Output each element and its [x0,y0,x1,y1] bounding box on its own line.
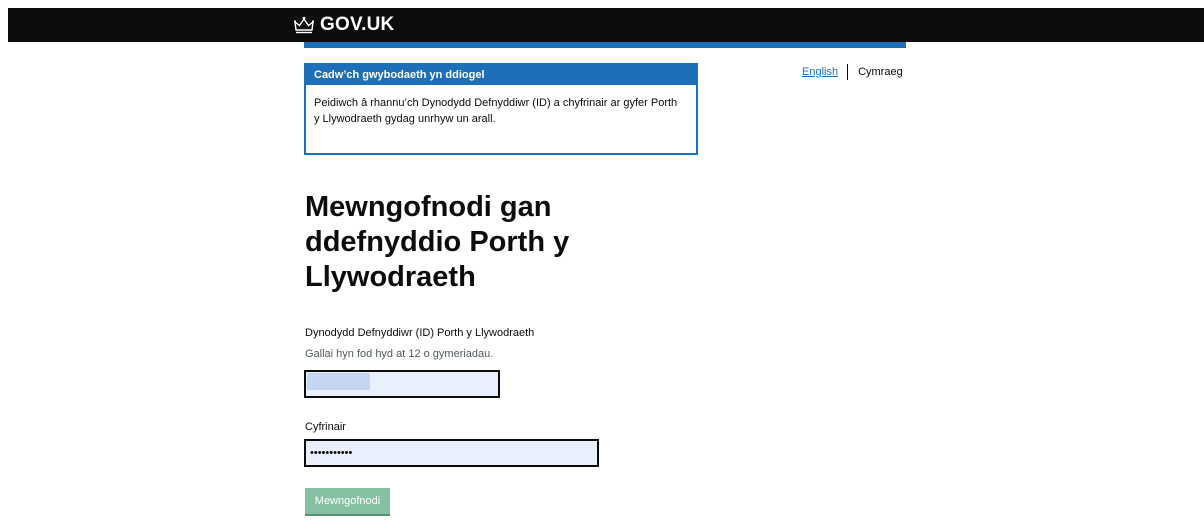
sign-in-button[interactable]: Mewngofnodi [305,488,390,514]
govuk-logo-link[interactable]: GOV.UK [293,11,394,39]
site-header: GOV.UK [8,8,1204,42]
language-divider [847,64,849,80]
user-id-hint: Gallai hyn fod hyd at 12 o gymeriadau. [305,348,494,360]
page-title: Mewngofnodi gan ddefnyddio Porth y Llywo… [305,191,570,293]
welsh-current-language: Cymraeg [858,66,903,78]
password-input[interactable] [304,439,599,467]
redacted-user-id [307,373,370,390]
header-blue-bar [304,42,906,48]
notice-body: Peidiwch â rhannu’ch Dynodydd Defnyddiwr… [314,97,678,125]
crown-icon [293,16,315,34]
user-id-label: Dynodydd Defnyddiwr (ID) Porth y Llywodr… [305,327,535,339]
password-label: Cyfrinair [305,421,346,433]
english-link[interactable]: English [802,66,838,78]
logo-text: GOV.UK [320,14,395,35]
notice-title: Cadw’ch gwybodaeth yn ddiogel [306,65,696,85]
security-notice: Cadw’ch gwybodaeth yn ddiogel Peidiwch â… [304,63,698,155]
language-switcher: English Cymraeg [802,62,903,82]
